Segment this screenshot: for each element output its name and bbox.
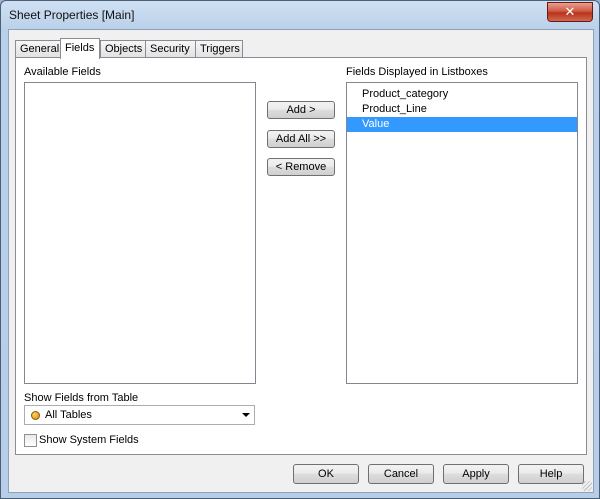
table-dot-icon — [31, 411, 40, 420]
list-item-selected[interactable]: Value — [347, 117, 577, 132]
chevron-down-icon[interactable] — [242, 413, 250, 417]
window-title: Sheet Properties [Main] — [9, 8, 135, 22]
tab-objects[interactable]: Objects — [100, 40, 146, 57]
sheet-properties-dialog: Sheet Properties [Main] ✕ General Fields… — [0, 0, 600, 499]
table-select[interactable]: All Tables — [24, 405, 255, 425]
table-select-value: All Tables — [45, 409, 92, 421]
list-item[interactable]: Product_Line — [347, 102, 577, 117]
show-system-fields-label[interactable]: Show System Fields — [39, 434, 139, 446]
available-fields-list[interactable] — [24, 82, 256, 384]
apply-button[interactable]: Apply — [443, 464, 509, 484]
tab-security[interactable]: Security — [145, 40, 196, 57]
fields-tab-panel: Available Fields Add > Add All >> < Remo… — [15, 57, 587, 455]
show-system-fields-checkbox[interactable] — [24, 434, 37, 447]
add-button[interactable]: Add > — [267, 101, 335, 119]
displayed-fields-label: Fields Displayed in Listboxes — [346, 66, 488, 78]
displayed-fields-list[interactable]: Product_category Product_Line Value — [346, 82, 578, 384]
remove-button[interactable]: < Remove — [267, 158, 335, 176]
available-fields-label: Available Fields — [24, 66, 101, 78]
close-icon: ✕ — [564, 4, 576, 20]
cancel-button[interactable]: Cancel — [368, 464, 434, 484]
tab-triggers[interactable]: Triggers — [195, 40, 243, 57]
show-fields-from-table-label: Show Fields from Table — [24, 392, 139, 404]
list-item[interactable]: Product_category — [347, 87, 577, 102]
resize-grip-icon[interactable] — [582, 481, 592, 491]
help-button[interactable]: Help — [518, 464, 584, 484]
tab-general[interactable]: General — [15, 40, 61, 57]
ok-button[interactable]: OK — [293, 464, 359, 484]
close-button[interactable]: ✕ — [547, 2, 593, 22]
add-all-button[interactable]: Add All >> — [267, 130, 335, 148]
title-bar[interactable]: Sheet Properties [Main] ✕ — [1, 1, 599, 29]
dialog-body: General Fields Objects Security Triggers… — [8, 29, 594, 493]
tab-fields[interactable]: Fields — [60, 38, 100, 59]
